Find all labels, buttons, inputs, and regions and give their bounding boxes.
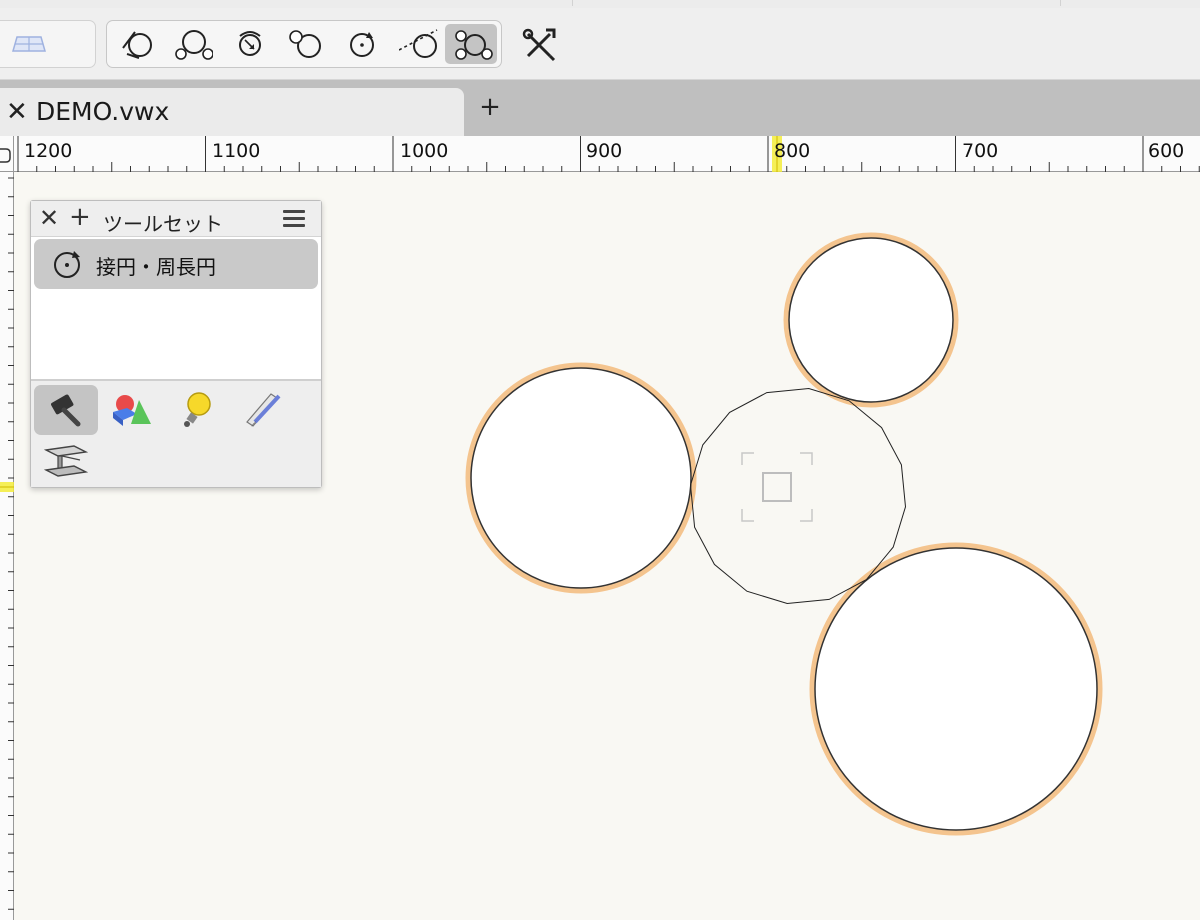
steel-beam-icon — [44, 445, 88, 477]
toolset-structure[interactable] — [34, 437, 98, 487]
circle-around-icon — [239, 31, 261, 56]
tool-settings-button[interactable] — [520, 26, 564, 66]
three-circles-tangent-icon — [455, 30, 493, 60]
toolset-3d[interactable] — [99, 385, 163, 435]
ruler-label: 1100 — [212, 140, 261, 162]
new-tab-button[interactable]: + — [474, 92, 506, 128]
circle-bottom[interactable] — [809, 542, 1103, 836]
ruler-ticks-vertical — [0, 177, 14, 910]
circle-by-two-circles-icon — [175, 30, 213, 60]
three-circles-tangent-mode-button[interactable] — [445, 24, 497, 64]
view-tool-group — [0, 20, 96, 68]
circle-mode-group — [106, 20, 502, 68]
tangent-circle-icon — [122, 31, 152, 59]
light-bulb-icon — [184, 392, 211, 427]
ruler-label: 600 — [1148, 140, 1185, 162]
tool-label: 接円・周長円 — [96, 255, 216, 279]
tangent-circle-preview — [689, 387, 907, 605]
toolbar-top-edge — [0, 0, 1200, 8]
circle-by-center-mode-button[interactable] — [335, 24, 387, 64]
ruler-label: 700 — [962, 140, 999, 162]
circle-left[interactable] — [465, 362, 697, 594]
circle-around-mode-button[interactable] — [223, 24, 275, 64]
mode-toolbar — [0, 0, 1200, 80]
tangent-line-circle-mode-button[interactable] — [391, 24, 443, 64]
palette-close-icon[interactable]: ✕ — [39, 204, 59, 232]
palette-add-icon[interactable]: + — [69, 202, 91, 232]
overlapping-circles-mode-button[interactable] — [279, 24, 331, 64]
ruler-origin-corner[interactable] — [0, 136, 14, 172]
plane-view-icon[interactable] — [11, 34, 47, 54]
vertical-ruler[interactable] — [0, 172, 14, 920]
document-tab-label: DEMO.vwx — [36, 97, 170, 126]
circle-top[interactable] — [783, 232, 959, 408]
palette-menu-icon[interactable] — [283, 210, 305, 228]
toolset-lighting[interactable] — [165, 385, 229, 435]
palette-title: ツールセット — [103, 212, 223, 236]
hammer-icon — [51, 394, 81, 427]
toolset-selector — [31, 379, 321, 487]
tangent-circle-tool-icon — [54, 251, 80, 278]
tool-tangent-circle[interactable]: 接円・周長円 — [34, 239, 318, 289]
ruler-label: 1200 — [24, 140, 73, 162]
horizontal-ruler[interactable]: 1200 1100 1000 900 800 700 600 — [0, 136, 1200, 172]
toolset-drafting[interactable] — [231, 385, 295, 435]
document-tab[interactable]: ✕ DEMO.vwx — [0, 88, 464, 136]
toolset-basic[interactable] — [34, 385, 98, 435]
tangent-circle-mode-button[interactable] — [111, 24, 163, 64]
pencil-ruler-icon — [246, 393, 281, 427]
cursor-crosshair — [741, 452, 813, 522]
ruler-label: 1000 — [400, 140, 449, 162]
document-tab-bar: ✕ DEMO.vwx + — [0, 80, 1200, 136]
overlapping-circles-icon — [289, 30, 321, 58]
toolset-palette: ✕ + ツールセット 接円・周長円 — [30, 200, 322, 488]
ruler-label: 800 — [774, 140, 811, 162]
palette-header[interactable]: ✕ + ツールセット — [31, 201, 321, 237]
3d-shapes-icon — [113, 395, 151, 426]
circle-by-two-circles-mode-button[interactable] — [167, 24, 219, 64]
tangent-line-circle-icon — [399, 29, 438, 58]
close-tab-icon[interactable]: ✕ — [6, 97, 28, 127]
circle-by-center-icon — [350, 32, 374, 57]
ruler-label: 900 — [586, 140, 623, 162]
tool-settings-icon — [522, 28, 556, 62]
